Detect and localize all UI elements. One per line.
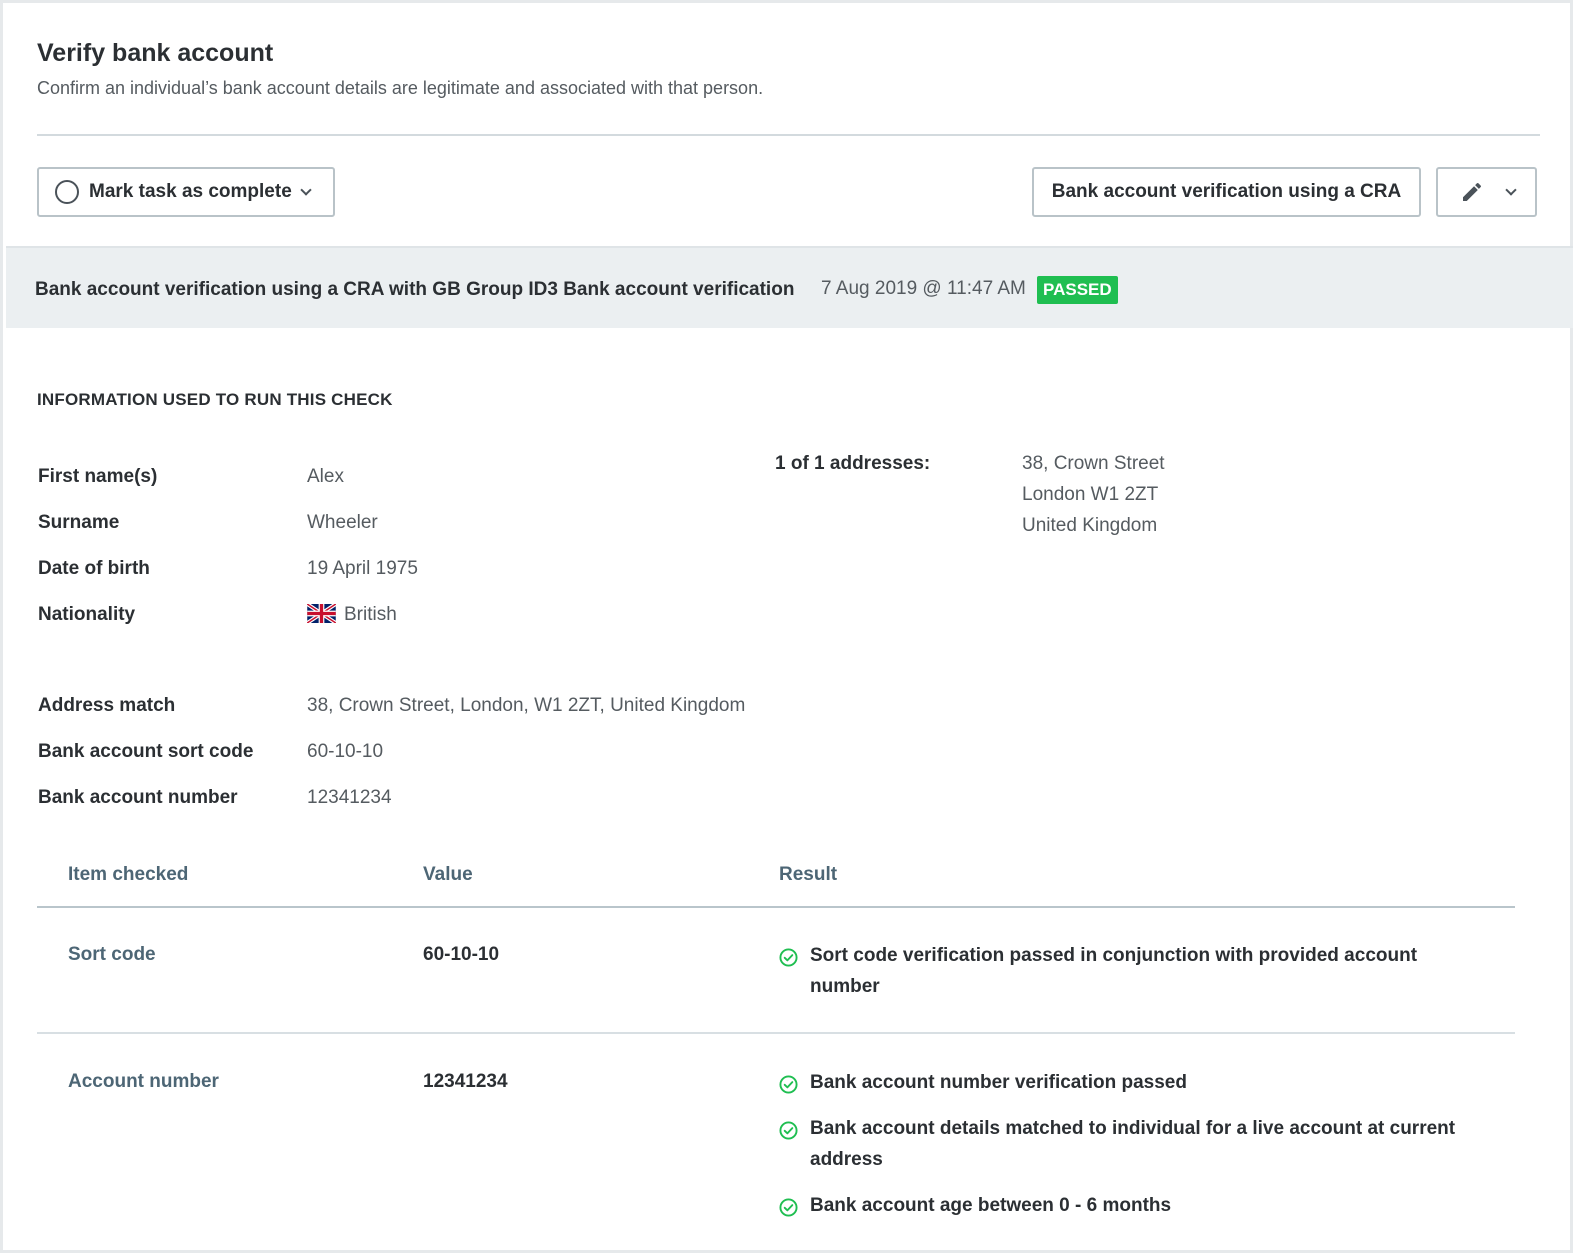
- check-type-button[interactable]: Bank account verification using a CRA: [1032, 167, 1421, 217]
- header-divider: [37, 134, 1540, 136]
- page-frame: Verify bank account Confirm an individua…: [0, 0, 1573, 1253]
- uk-flag-icon: [306, 602, 337, 625]
- table-row-value: 60-10-10: [423, 944, 500, 965]
- mark-complete-label: Mark task as complete: [89, 181, 292, 202]
- check-circle-icon: [779, 1075, 798, 1094]
- circle-icon: [55, 180, 79, 204]
- check-circle-icon: [779, 1121, 798, 1140]
- banner-title: Bank account verification using a CRA wi…: [35, 279, 795, 300]
- chevron-down-icon: [1504, 184, 1517, 196]
- result-item: Bank account age between 0 - 6 months: [779, 1194, 1479, 1221]
- page-subtitle: Confirm an individual’s bank account det…: [37, 78, 764, 98]
- nationality-text: British: [344, 604, 397, 625]
- table-row-item: Sort code: [68, 944, 156, 965]
- address-line: 38, Crown Street: [1022, 453, 1165, 474]
- pencil-icon: [1459, 179, 1485, 205]
- address-match-value: 38, Crown Street, London, W1 2ZT, United…: [307, 695, 746, 716]
- account-number-label: Bank account number: [38, 787, 238, 808]
- addresses-label: 1 of 1 addresses:: [775, 453, 931, 474]
- check-type-label: Bank account verification using a CRA: [1051, 181, 1402, 202]
- first-name-label: First name(s): [38, 466, 158, 487]
- table-row-item: Account number: [68, 1071, 219, 1092]
- check-circle-icon: [779, 948, 798, 967]
- nationality-label: Nationality: [38, 604, 136, 625]
- check-circle-icon: [779, 1198, 798, 1217]
- page-title: Verify bank account: [37, 39, 274, 67]
- result-text: Sort code verification passed in conjunc…: [810, 945, 1418, 997]
- banner-date: 7 Aug 2019 @ 11:47 AM: [821, 278, 1026, 299]
- section-heading: INFORMATION USED TO RUN THIS CHECK: [37, 390, 393, 409]
- address-line: United Kingdom: [1022, 515, 1158, 536]
- edit-menu-button[interactable]: [1436, 167, 1537, 217]
- column-header-item: Item checked: [68, 864, 189, 885]
- result-text: Bank account details matched to individu…: [810, 1118, 1456, 1170]
- dob-value: 19 April 1975: [307, 558, 418, 579]
- result-text: Bank account number verification passed: [810, 1072, 1187, 1093]
- table-header-divider: [37, 906, 1515, 908]
- result-item: Bank account details matched to individu…: [779, 1117, 1479, 1175]
- sort-code-label: Bank account sort code: [38, 741, 254, 762]
- table-row-value: 12341234: [423, 1071, 508, 1092]
- mark-complete-button[interactable]: Mark task as complete: [37, 167, 335, 217]
- column-header-result: Result: [779, 864, 838, 885]
- status-badge: PASSED: [1037, 276, 1118, 304]
- nationality-value: British: [306, 602, 397, 626]
- result-text: Bank account age between 0 - 6 months: [810, 1195, 1172, 1216]
- result-item: Sort code verification passed in conjunc…: [779, 944, 1479, 1002]
- address-line: London W1 2ZT: [1022, 484, 1159, 505]
- sort-code-value: 60-10-10: [307, 741, 384, 762]
- surname-label: Surname: [38, 512, 120, 533]
- first-name-value: Alex: [307, 466, 344, 487]
- column-header-value: Value: [423, 864, 473, 885]
- account-number-value: 12341234: [307, 787, 392, 808]
- surname-value: Wheeler: [307, 512, 378, 533]
- check-result-banner: Bank account verification using a CRA wi…: [6, 246, 1573, 328]
- dob-label: Date of birth: [38, 558, 150, 579]
- result-item: Bank account number verification passed: [779, 1071, 1479, 1098]
- chevron-down-icon: [300, 184, 312, 196]
- address-match-label: Address match: [38, 695, 176, 716]
- table-row-divider: [37, 1032, 1515, 1034]
